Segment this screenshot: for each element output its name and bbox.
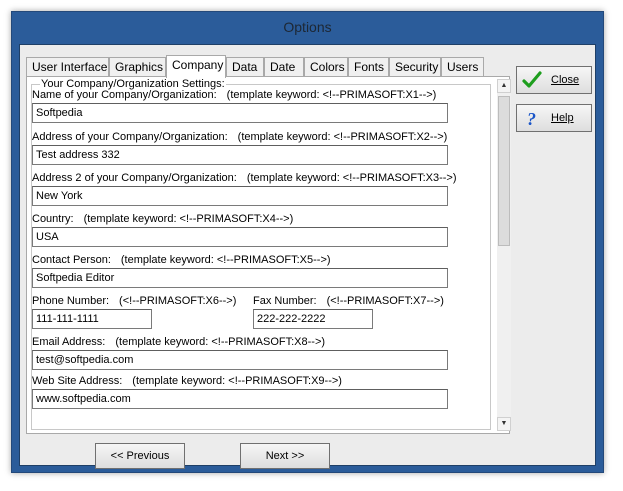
help-button[interactable]: ? Help — [516, 104, 592, 132]
company-name-label-text: Name of your Company/Organization: — [32, 89, 217, 101]
email-label: Email Address: (template keyword: <!--PRI… — [32, 336, 325, 348]
address2-keyword: (template keyword: <!--PRIMASOFT:X3-->) — [246, 172, 457, 184]
country-keyword: (template keyword: <!--PRIMASOFT:X4-->) — [83, 213, 294, 225]
help-button-label: Help — [551, 105, 574, 131]
phone-label: Phone Number: (<!--PRIMASOFT:X6-->) — [32, 295, 236, 307]
question-mark-icon: ? — [527, 109, 536, 128]
next-button[interactable]: Next >> — [240, 443, 330, 469]
address-keyword: (template keyword: <!--PRIMASOFT:X2-->) — [237, 131, 448, 143]
contact-person-label-text: Contact Person: — [32, 254, 111, 266]
fax-field[interactable]: 222-222-2222 — [253, 309, 373, 329]
close-label-text: Close — [551, 74, 580, 86]
tab-date[interactable]: Date — [264, 57, 304, 77]
website-label-text: Web Site Address: — [32, 375, 123, 387]
fax-label-text: Fax Number: — [253, 295, 317, 307]
scroll-up-icon[interactable]: ▲ — [497, 79, 511, 93]
help-label-text: Help — [551, 112, 574, 124]
window-title: Options — [283, 19, 332, 35]
website-field[interactable]: www.softpedia.com — [32, 389, 448, 409]
address-field[interactable]: Test address 332 — [32, 145, 448, 165]
website-label: Web Site Address: (template keyword: <!--… — [32, 375, 342, 387]
phone-keyword: (<!--PRIMASOFT:X6-->) — [119, 295, 237, 307]
fax-label: Fax Number: (<!--PRIMASOFT:X7-->) — [253, 295, 444, 307]
country-label: Country: (template keyword: <!--PRIMASOFT… — [32, 213, 293, 225]
company-settings-group: Your Company/Organization Settings: Name… — [31, 78, 491, 430]
email-keyword: (template keyword: <!--PRIMASOFT:X8-->) — [115, 336, 326, 348]
website-keyword: (template keyword: <!--PRIMASOFT:X9-->) — [132, 375, 342, 387]
country-label-text: Country: — [32, 213, 74, 225]
email-field[interactable]: test@softpedia.com — [32, 350, 448, 370]
company-name-keyword: (template keyword: <!--PRIMASOFT:X1-->) — [226, 89, 437, 101]
tab-company[interactable]: Company — [166, 55, 226, 78]
address-label: Address of your Company/Organization: (te… — [32, 131, 447, 143]
contact-person-label: Contact Person: (template keyword: <!--PR… — [32, 254, 331, 266]
close-button-label: Close — [551, 67, 579, 93]
address-label-text: Address of your Company/Organization: — [32, 131, 228, 143]
country-field[interactable]: USA — [32, 227, 448, 247]
dialog-client-area: User Interface Graphics Company Data Dat… — [19, 44, 596, 469]
tab-security[interactable]: Security — [389, 57, 441, 77]
previous-button[interactable]: << Previous — [95, 443, 185, 469]
tab-data[interactable]: Data — [226, 57, 264, 77]
tab-user-interface[interactable]: User Interface — [26, 57, 109, 77]
tab-colors[interactable]: Colors — [304, 57, 348, 77]
checkmark-icon — [522, 71, 542, 88]
fax-keyword: (<!--PRIMASOFT:X7-->) — [326, 295, 444, 307]
email-label-text: Email Address: — [32, 336, 106, 348]
company-name-label: Name of your Company/Organization: (templ… — [32, 89, 436, 101]
company-name-field[interactable]: Softpedia — [32, 103, 448, 123]
company-settings-panel: Your Company/Organization Settings: Name… — [26, 76, 511, 434]
close-button[interactable]: Close — [516, 66, 592, 94]
tab-graphics[interactable]: Graphics — [109, 57, 166, 77]
tab-users[interactable]: Users — [441, 57, 484, 77]
options-window: Options User Interface Graphics Company … — [11, 11, 604, 473]
contact-person-keyword: (template keyword: <!--PRIMASOFT:X5-->) — [120, 254, 331, 266]
phone-field[interactable]: 111-111-1111 — [32, 309, 152, 329]
tab-fonts[interactable]: Fonts — [348, 57, 389, 77]
address2-field[interactable]: New York — [32, 186, 448, 206]
phone-label-text: Phone Number: — [32, 295, 110, 307]
svg-text:?: ? — [527, 109, 536, 128]
address2-label: Address 2 of your Company/Organization: (… — [32, 172, 457, 184]
scroll-down-icon[interactable]: ▼ — [497, 417, 511, 431]
contact-person-field[interactable]: Softpedia Editor — [32, 268, 448, 288]
address2-label-text: Address 2 of your Company/Organization: — [32, 172, 237, 184]
vertical-scrollbar[interactable]: ▲ ▼ — [497, 79, 511, 431]
scrollbar-thumb[interactable] — [498, 96, 510, 246]
